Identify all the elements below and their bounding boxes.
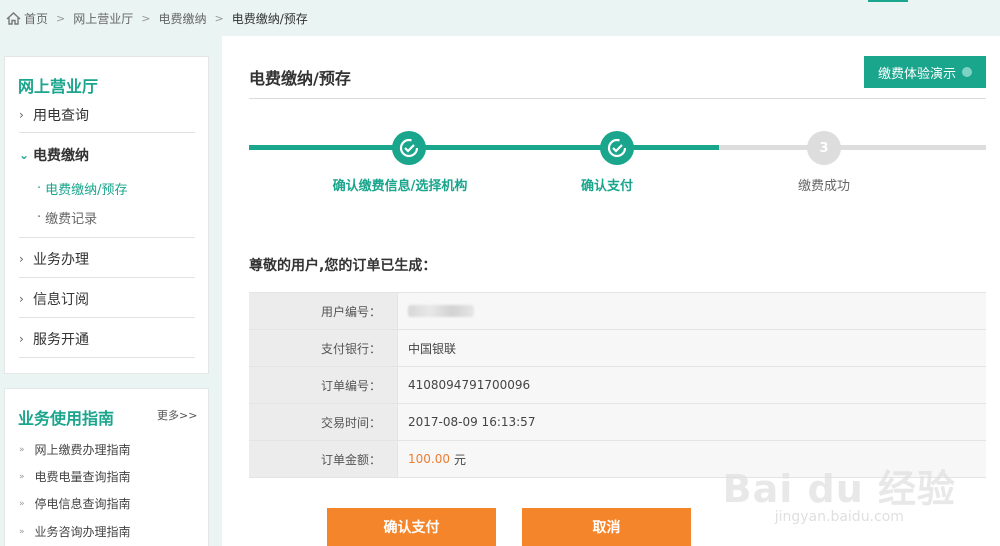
divider [19, 237, 195, 238]
divider [19, 317, 195, 318]
top-accent-line [868, 0, 908, 2]
guide-panel: 业务使用指南 更多>> » 网上缴费办理指南 » 电费电量查询指南 » 停电信息… [4, 388, 209, 546]
double-chevron-icon: » [19, 526, 25, 537]
user-id-label: 用户编号： [249, 293, 397, 329]
time-label: 交易时间： [249, 404, 397, 440]
bank-label: 支付银行： [249, 330, 397, 366]
chevron-right-icon: > [141, 11, 151, 25]
double-chevron-icon: » [19, 498, 25, 509]
double-chevron-icon: » [19, 471, 25, 482]
chevron-right-icon: > [214, 11, 224, 25]
sidebar-item-service[interactable]: › 服务开通 [19, 329, 195, 349]
table-row: 支付银行： 中国银联 [249, 330, 986, 367]
progress-track-pending [719, 145, 986, 150]
dot-icon [962, 67, 972, 77]
sidebar-title: 网上营业厅 [18, 77, 99, 96]
sidebar-item-business[interactable]: › 业务办理 [19, 249, 195, 269]
order-greeting: 尊敬的用户,您的订单已生成： [249, 258, 437, 274]
order-no-value: 4108094791700096 [397, 367, 986, 403]
demo-button[interactable]: 缴费体验演示 [864, 56, 986, 88]
order-table: 用户编号： 支付银行： 中国银联 订单编号： 4108094791700096 … [249, 292, 986, 478]
guide-more-link[interactable]: 更多>> [157, 407, 197, 423]
guide-item[interactable]: » 网上缴费办理指南 [19, 441, 131, 458]
sidebar-item-subscription[interactable]: › 信息订阅 [19, 289, 195, 309]
baidu-watermark: Bai du 经验 jingyan.baidu.com [723, 458, 956, 525]
user-id-value [397, 293, 986, 329]
guide-item[interactable]: » 停电信息查询指南 [19, 495, 131, 512]
breadcrumb-item-hall[interactable]: 网上营业厅 [73, 10, 133, 27]
table-row: 订单编号： 4108094791700096 [249, 367, 986, 404]
home-icon [6, 11, 21, 25]
confirm-pay-button[interactable]: 确认支付 [327, 508, 496, 546]
sidebar-subitem-label: 缴费记录 [45, 212, 98, 227]
guide-title: 业务使用指南 [18, 409, 115, 428]
sidebar-item-label: 电费缴纳 [33, 148, 89, 164]
amount-label: 订单金额： [249, 441, 397, 477]
watermark-logo: Bai du 经验 [722, 467, 956, 511]
chevron-right-icon: › [19, 108, 24, 122]
guide-item[interactable]: » 电费电量查询指南 [19, 468, 131, 485]
breadcrumb-current: 电费缴纳/预存 [231, 11, 308, 26]
step-1-check-icon [392, 131, 426, 165]
sidebar-nav: 网上营业厅 › 用电查询 ⌄ 电费缴纳 · 电费缴纳/预存 · 缴费记录 › 业… [4, 56, 209, 374]
cancel-button[interactable]: 取消 [522, 508, 691, 546]
guide-item-label: 停电信息查询指南 [34, 497, 131, 511]
bullet-icon: · [37, 181, 42, 196]
step-2-check-icon [600, 131, 634, 165]
step-3-number-icon: 3 [807, 131, 841, 165]
time-value: 2017-08-09 16:13:57 [397, 404, 986, 440]
sidebar-item-label: 业务办理 [33, 252, 89, 268]
amount-unit: 元 [454, 452, 467, 467]
divider [19, 132, 195, 133]
breadcrumb-home[interactable]: 首页 [6, 10, 48, 27]
breadcrumb-home-label: 首页 [24, 11, 49, 26]
sidebar-item-usage-query[interactable]: › 用电查询 [19, 105, 195, 125]
sidebar-item-label: 服务开通 [33, 332, 89, 348]
sidebar-item-label: 用电查询 [33, 108, 89, 124]
divider [19, 277, 195, 278]
guide-item[interactable]: » 业务咨询办理指南 [19, 523, 131, 540]
page-title: 电费缴纳/预存 [249, 69, 351, 88]
table-row: 用户编号： [249, 293, 986, 330]
progress-track-done [249, 145, 719, 150]
table-row: 交易时间： 2017-08-09 16:13:57 [249, 404, 986, 441]
step-3-label: 缴费成功 [797, 179, 850, 194]
sidebar-subitem-payment-records[interactable]: · 缴费记录 [37, 208, 97, 227]
order-no-label: 订单编号： [249, 367, 397, 403]
chevron-right-icon: › [19, 292, 24, 306]
sidebar-subitem-label: 电费缴纳/预存 [45, 183, 128, 198]
redacted-value [408, 305, 474, 317]
breadcrumb: 首页 > 网上营业厅 > 电费缴纳 > 电费缴纳/预存 [0, 0, 1000, 36]
breadcrumb-item-payment[interactable]: 电费缴纳 [158, 10, 206, 27]
demo-button-label: 缴费体验演示 [877, 66, 956, 82]
guide-item-label: 网上缴费办理指南 [34, 443, 131, 457]
chevron-right-icon: › [19, 252, 24, 266]
guide-item-label: 业务咨询办理指南 [34, 525, 131, 539]
guide-item-label: 电费电量查询指南 [34, 470, 131, 484]
chevron-right-icon: > [56, 11, 66, 25]
step-1-label: 确认缴费信息/选择机构 [332, 179, 468, 194]
sidebar-item-bill-payment[interactable]: ⌄ 电费缴纳 [19, 145, 195, 165]
step-2-label: 确认支付 [580, 179, 633, 194]
divider [19, 357, 195, 358]
divider [249, 98, 986, 99]
bank-value: 中国银联 [397, 330, 986, 366]
amount-value: 100.00 [408, 452, 450, 466]
chevron-down-icon: ⌄ [19, 148, 30, 162]
sidebar-item-label: 信息订阅 [33, 292, 89, 308]
sidebar-subitem-pay-prestore[interactable]: · 电费缴纳/预存 [37, 179, 128, 198]
double-chevron-icon: » [19, 444, 25, 455]
chevron-right-icon: › [19, 332, 24, 346]
bullet-icon: · [37, 210, 42, 225]
